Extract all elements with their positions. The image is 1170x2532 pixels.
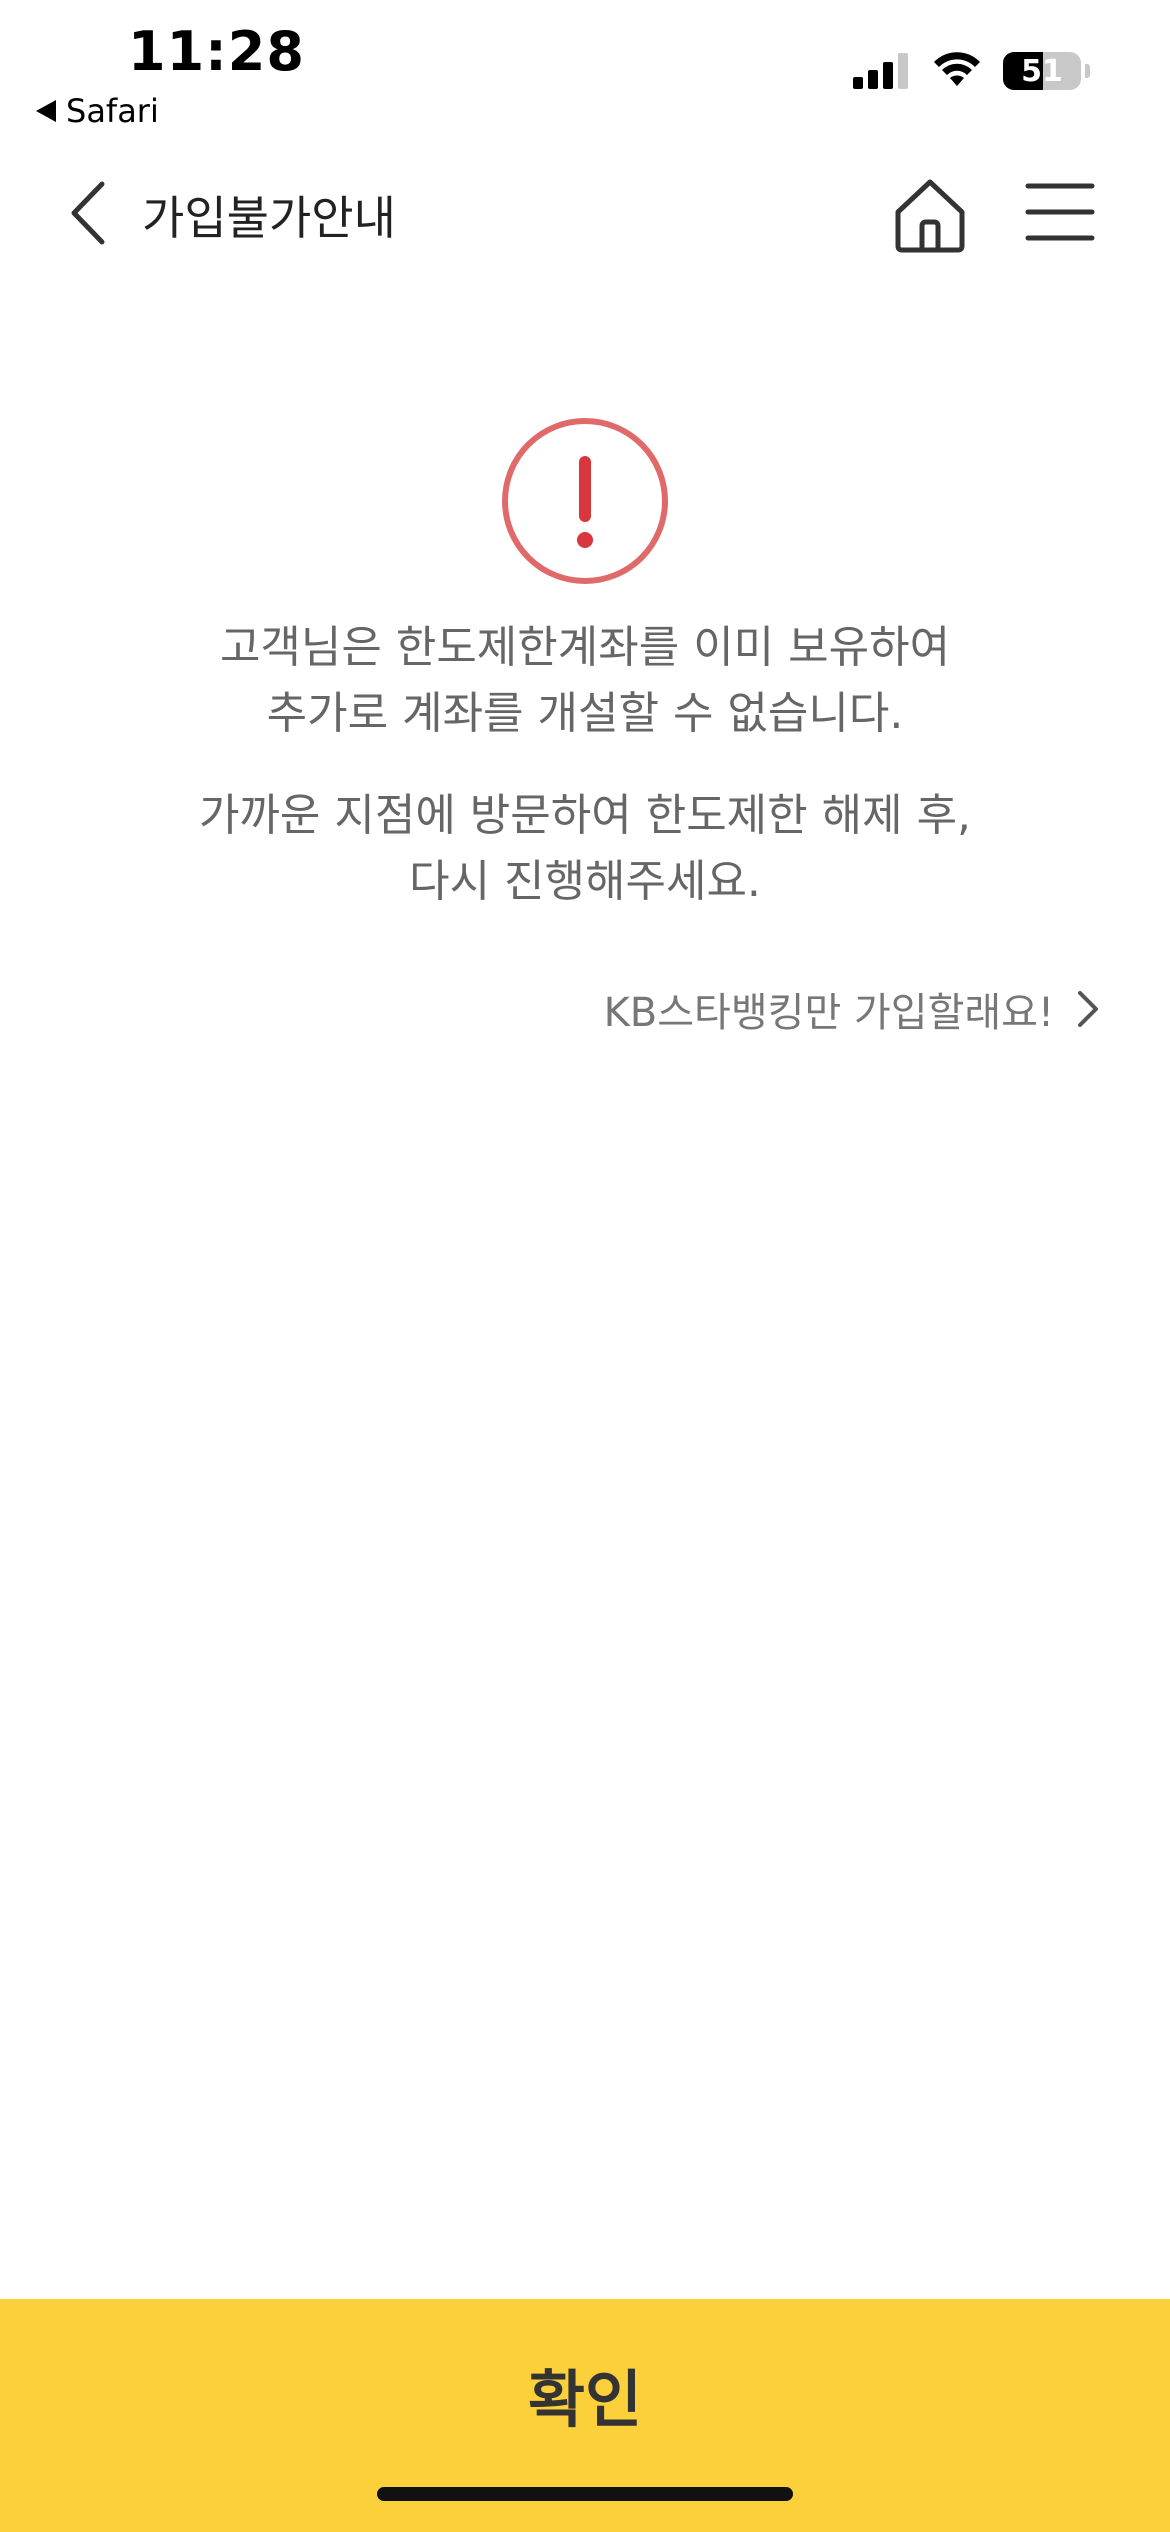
home-indicator — [377, 2487, 793, 2501]
message-line-3: 가까운 지점에 방문하여 한도제한 해제 후, — [198, 790, 972, 841]
home-button[interactable] — [890, 174, 970, 254]
alert-icon — [502, 418, 668, 584]
header: 가입불가안내 — [0, 160, 1170, 264]
status-indicators: 51 — [853, 52, 1090, 90]
page: 11:28 Safari 51 가입불가안내 고객님은 한도제한계좌를 이미 보… — [0, 0, 1170, 2532]
message-line-4: 다시 진행해주세요. — [409, 856, 761, 907]
guidance-message: 가까운 지점에 방문하여 한도제한 해제 후, 다시 진행해주세요. — [0, 783, 1170, 915]
battery-icon: 51 — [1003, 52, 1081, 90]
kb-link-label: KB스타뱅킹만 가입할래요! — [603, 990, 1054, 1036]
menu-icon — [1025, 183, 1095, 241]
back-app-label: Safari — [66, 92, 159, 130]
page-title: 가입불가안내 — [142, 191, 396, 245]
battery-level: 51 — [1021, 53, 1063, 89]
status-time: 11:28 — [128, 20, 305, 83]
wifi-icon — [934, 52, 980, 86]
kb-star-banking-only-link[interactable]: KB스타뱅킹만 가입할래요! — [604, 980, 1100, 1038]
back-triangle-icon — [36, 100, 56, 122]
message-line-2: 추가로 계좌를 개설할 수 없습니다. — [266, 688, 904, 739]
back-chevron-icon — [71, 181, 105, 245]
back-button[interactable] — [62, 178, 122, 248]
signal-icon — [853, 53, 908, 89]
battery-cap — [1085, 64, 1090, 78]
menu-button[interactable] — [1024, 180, 1096, 244]
back-to-app-button[interactable]: Safari — [36, 92, 159, 130]
chevron-right-icon — [1078, 991, 1098, 1027]
message-line-1: 고객님은 한도제한계좌를 이미 보유하여 — [219, 622, 951, 673]
error-message: 고객님은 한도제한계좌를 이미 보유하여 추가로 계좌를 개설할 수 없습니다. — [0, 615, 1170, 747]
home-icon — [895, 179, 965, 253]
